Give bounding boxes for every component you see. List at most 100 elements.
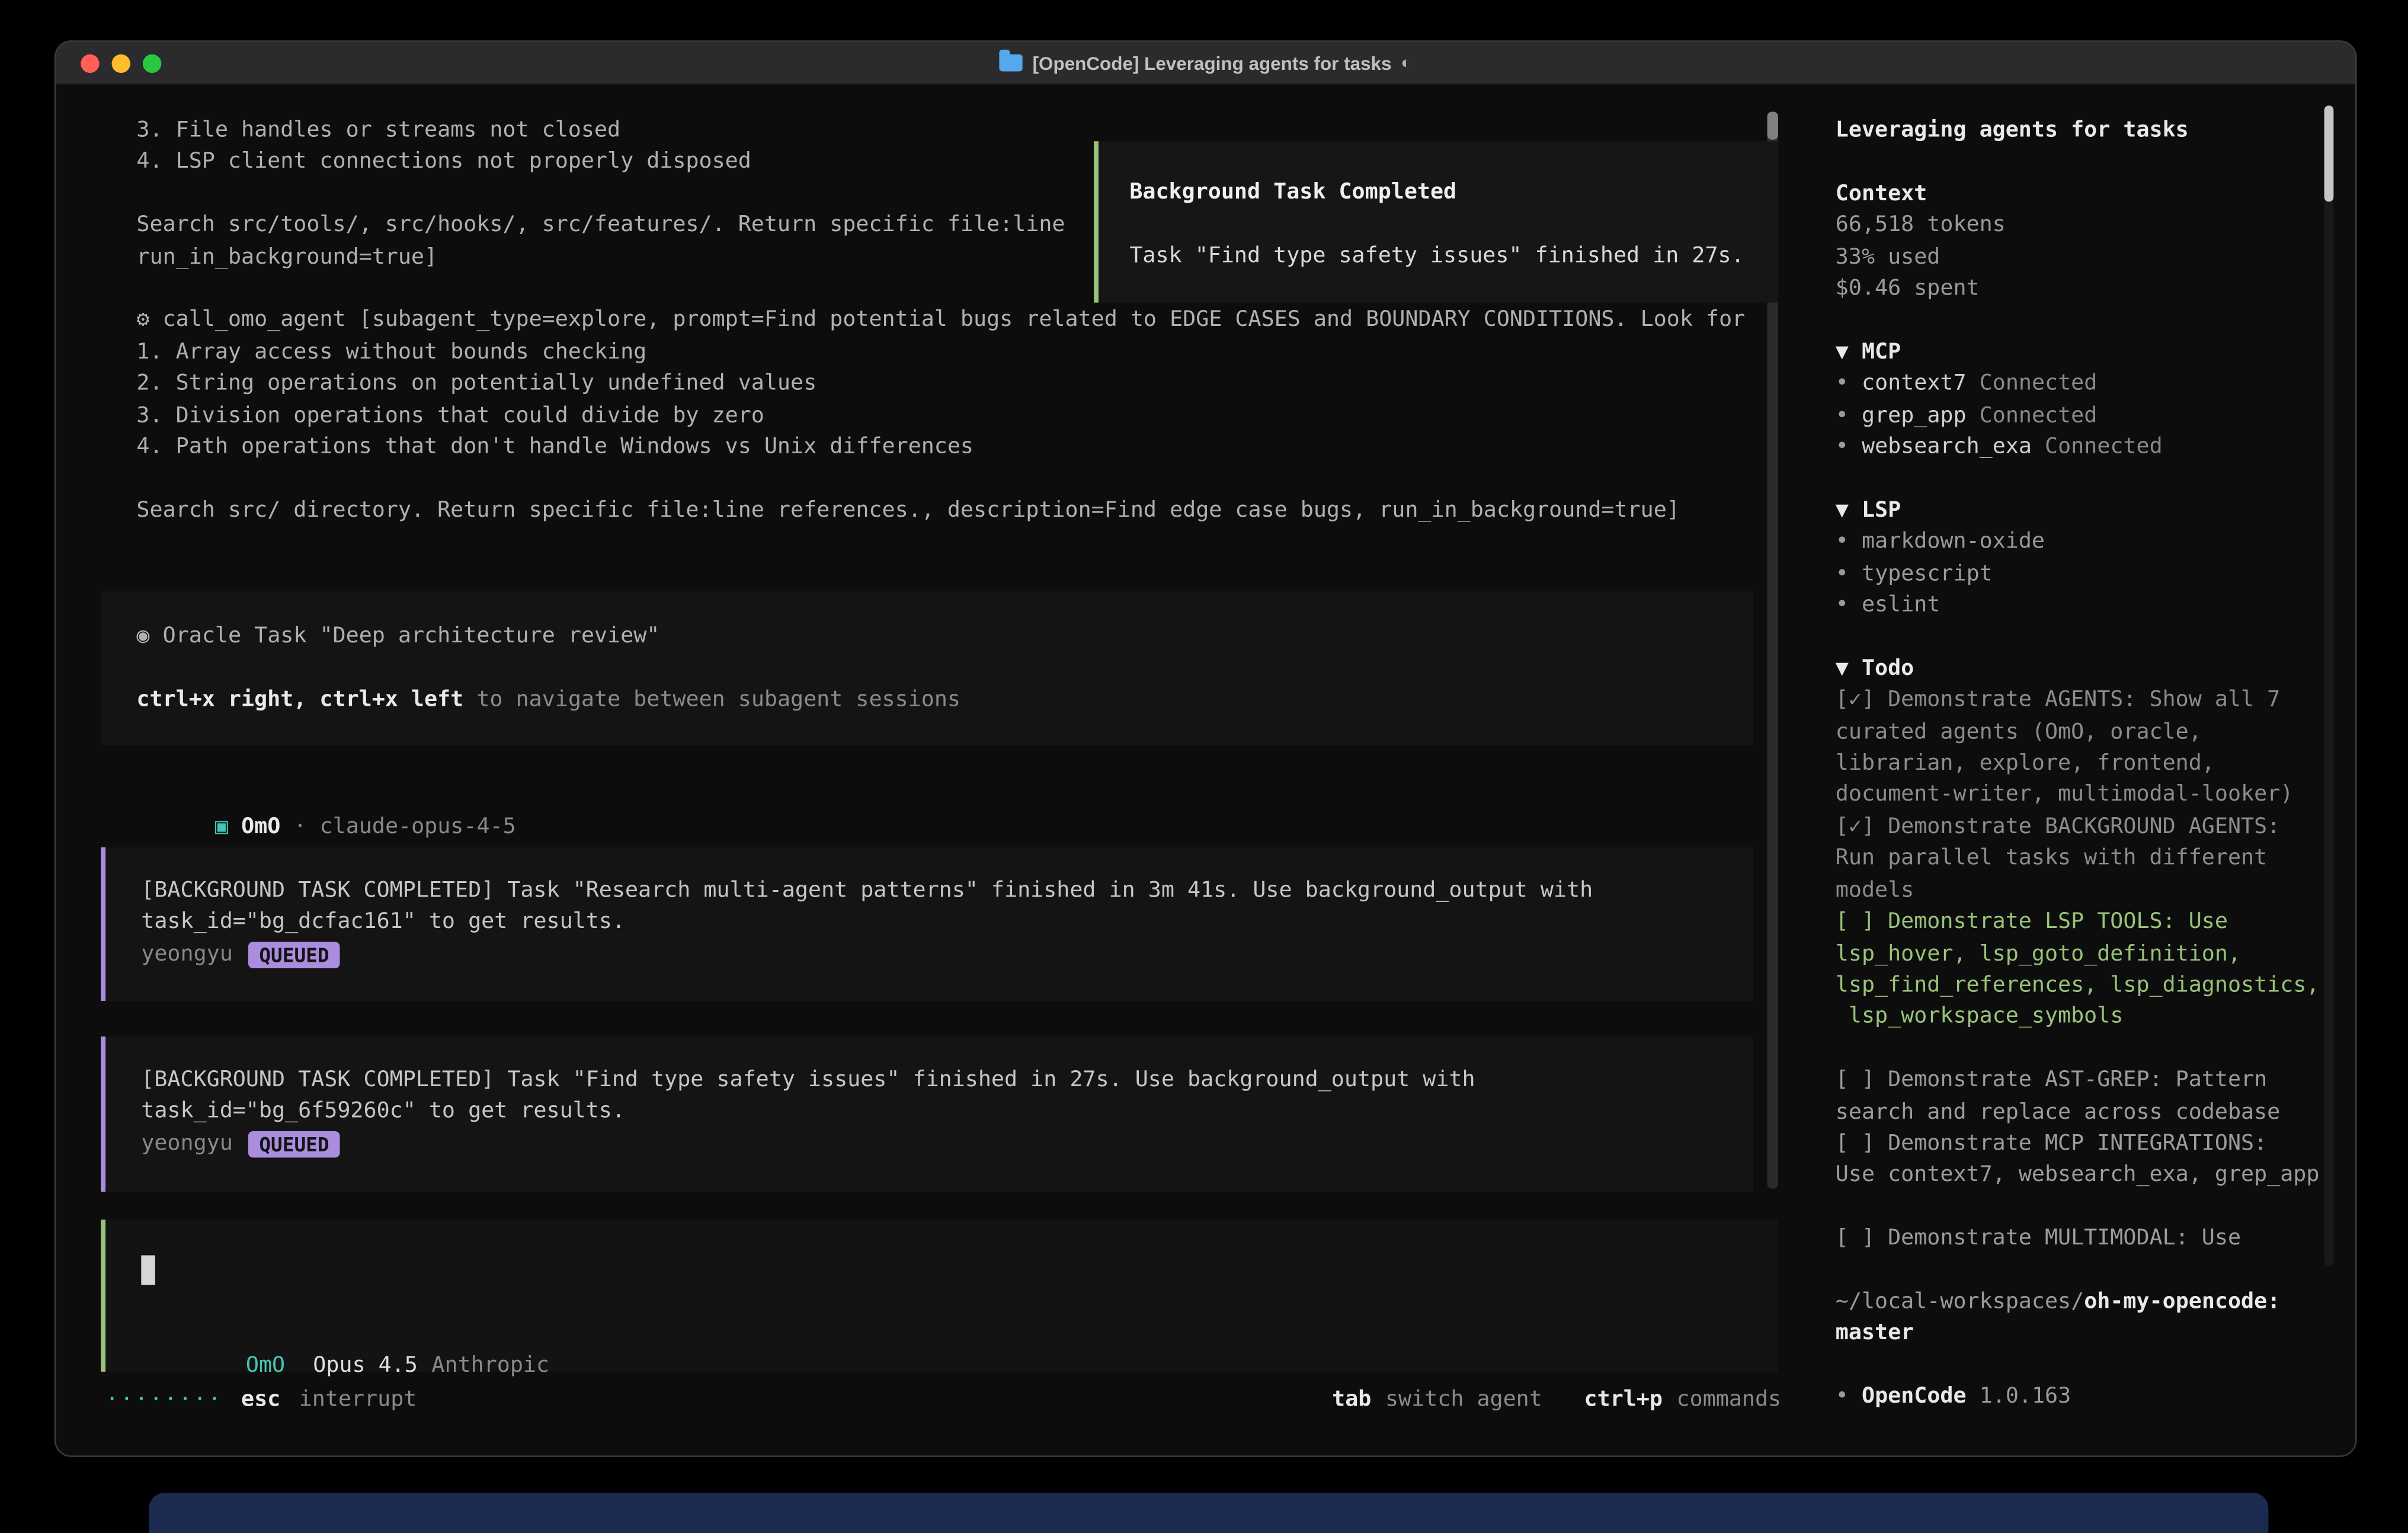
queued-badge: QUEUED (248, 1131, 340, 1157)
version-line: • OpenCode 1.0.163 (1836, 1381, 2335, 1413)
titlebar[interactable]: [OpenCode] Leveraging agents for tasks ◐ (56, 42, 2355, 85)
traffic-lights (81, 55, 161, 73)
todo-item: [✓] Demonstrate BACKGROUND AGENTS: Run p… (1836, 811, 2335, 906)
mcp-item: • grep_app Connected (1836, 400, 2335, 431)
window-title: [OpenCode] Leveraging agents for tasks ◐ (1000, 52, 1411, 74)
bullet-icon: • (1836, 434, 1849, 459)
output-line: 2. String operations on potentially unde… (136, 368, 1745, 399)
context-used: 33% used (1836, 241, 2335, 273)
mcp-item-status: Connected (2045, 434, 2163, 459)
context-heading: Context (1836, 178, 2335, 210)
output-line: Search src/ directory. Return specific f… (136, 495, 1745, 526)
mcp-item-name: context7 (1862, 371, 1967, 396)
spinner-dots: ········ (105, 1384, 223, 1416)
sidebar-scrollbar[interactable] (2324, 105, 2334, 1266)
bullet-icon: • (1836, 1384, 1849, 1409)
mcp-item-status: Connected (1980, 403, 2098, 428)
close-button[interactable] (81, 55, 99, 73)
bullet-icon: • (1836, 593, 1849, 617)
main-scrollbar-thumb[interactable] (1767, 112, 1778, 140)
commands-key-label: commands (1677, 1384, 1782, 1416)
notification-body: Task "Find type safety issues" finished … (1129, 240, 1778, 271)
task-message-meta: yeongyu QUEUED (141, 939, 1753, 970)
workspace-repo: oh-my-opencode: (2084, 1289, 2280, 1314)
session-state-icon: ◐ (1401, 53, 1411, 72)
output-line: 1. Array access without bounds checking (136, 337, 1745, 368)
task-author: yeongyu (141, 1128, 233, 1159)
todo-item: [✓] Demonstrate AGENTS: Show all 7 curat… (1836, 684, 2335, 811)
queued-task-message[interactable]: [BACKGROUND TASK COMPLETED] Task "Resear… (101, 847, 1753, 1001)
lsp-item-name: eslint (1862, 593, 1940, 617)
context-tokens: 66,518 tokens (1836, 210, 2335, 241)
desktop: [OpenCode] Leveraging agents for tasks ◐… (0, 0, 2408, 1533)
oracle-task-title: Oracle Task "Deep architecture review" (163, 624, 660, 649)
todo-item: [ ] Demonstrate LSP TOOLS: Use lsp_hover… (1836, 907, 2335, 1033)
folder-icon (1000, 55, 1023, 72)
agent-icon: ▣ (215, 815, 228, 840)
todo-section-heading[interactable]: ▼ Todo (1836, 653, 2335, 684)
tab-key-hint: tab (1332, 1384, 1371, 1416)
app-name: OpenCode (1862, 1384, 1967, 1409)
workspace-path: ~/local-workspaces/oh-my-opencode: (1836, 1286, 2335, 1318)
notification-title: Background Task Completed (1129, 177, 1778, 209)
zoom-button[interactable] (143, 55, 161, 73)
task-author: yeongyu (141, 939, 233, 970)
workspace-branch: master (1836, 1318, 2335, 1349)
mcp-item: • context7 Connected (1836, 368, 2335, 399)
queued-task-message[interactable]: [BACKGROUND TASK COMPLETED] Task "Find t… (101, 1036, 1753, 1192)
workspace-path-prefix: ~/local-workspaces/ (1836, 1289, 2084, 1314)
agent-separator: · (293, 815, 306, 840)
prompt-input[interactable]: OmOOpus 4.5Anthropic (101, 1220, 1778, 1372)
task-message-body: [BACKGROUND TASK COMPLETED] Task "Resear… (141, 875, 1753, 939)
task-message-body: [BACKGROUND TASK COMPLETED] Task "Find t… (141, 1064, 1753, 1128)
lsp-section-heading[interactable]: ▼ LSP (1836, 495, 2335, 526)
status-left: ········ esc interrupt (105, 1384, 417, 1416)
bullet-icon: • (1836, 530, 1849, 555)
input-model-label: Opus 4.5 (313, 1353, 418, 1378)
mcp-item: • websearch_exa Connected (1836, 431, 2335, 463)
oracle-hint-text: to navigate between subagent sessions (476, 687, 960, 712)
lsp-item: • typescript (1836, 558, 2335, 590)
lsp-item: • eslint (1836, 590, 2335, 621)
oracle-task-icon: ◉ (136, 624, 149, 649)
sidebar-scrollbar-thumb[interactable] (2324, 105, 2334, 201)
mcp-item-name: websearch_exa (1862, 434, 2032, 459)
toast-notification[interactable]: Background Task Completed Task "Find typ… (1094, 141, 1778, 302)
lsp-item-name: typescript (1862, 561, 1993, 586)
output-line: ⚙ call_omo_agent [subagent_type=explore,… (136, 305, 1745, 336)
oracle-hint-keys: ctrl+x right, ctrl+x left (136, 687, 463, 712)
lsp-item-name: markdown-oxide (1862, 530, 2045, 555)
agent-model: claude-opus-4-5 (320, 815, 516, 840)
lsp-item: • markdown-oxide (1836, 526, 2335, 558)
sidebar: Leveraging agents for tasks Context 66,5… (1836, 115, 2335, 1413)
context-spent: $0.46 spent (1836, 273, 2335, 305)
tab-key-label: switch agent (1385, 1384, 1542, 1416)
bullet-icon: • (1836, 371, 1849, 396)
todo-item: [ ] Demonstrate MCP INTEGRATIONS: Use co… (1836, 1128, 2335, 1192)
task-message-meta: yeongyu QUEUED (141, 1128, 1753, 1159)
window-title-text: [OpenCode] Leveraging agents for tasks (1033, 52, 1392, 74)
mcp-item-status: Connected (1980, 371, 2098, 396)
todo-item: [ ] Demonstrate AST-GREP: Pattern search… (1836, 1065, 2335, 1128)
status-bar: ········ esc interrupt tab switch agent … (105, 1384, 1781, 1416)
output-line (136, 463, 1745, 494)
dock-hint (149, 1493, 2268, 1533)
app-version: 1.0.163 (1980, 1384, 2071, 1409)
commands-key-hint: ctrl+p (1584, 1384, 1663, 1416)
output-line: 4. Path operations that don't handle Win… (136, 431, 1745, 463)
terminal-window: [OpenCode] Leveraging agents for tasks ◐… (56, 42, 2355, 1456)
bullet-icon: • (1836, 403, 1849, 428)
output-line: 3. Division operations that could divide… (136, 399, 1745, 431)
bullet-icon: • (1836, 561, 1849, 586)
oracle-task-panel[interactable]: ◉ Oracle Task "Deep architecture review"… (101, 591, 1753, 745)
status-right: tab switch agent ctrl+p commands (1332, 1384, 1781, 1416)
agent-name: OmO (241, 815, 280, 840)
input-agent-label: OmO (246, 1353, 285, 1378)
text-cursor (141, 1255, 155, 1285)
esc-key-hint: esc (241, 1384, 280, 1416)
mcp-section-heading[interactable]: ▼ MCP (1836, 337, 2335, 368)
todo-item: [ ] Demonstrate MULTIMODAL: Use (1836, 1223, 2335, 1254)
queued-badge: QUEUED (248, 941, 340, 968)
minimize-button[interactable] (112, 55, 130, 73)
esc-key-label: interrupt (299, 1384, 417, 1416)
